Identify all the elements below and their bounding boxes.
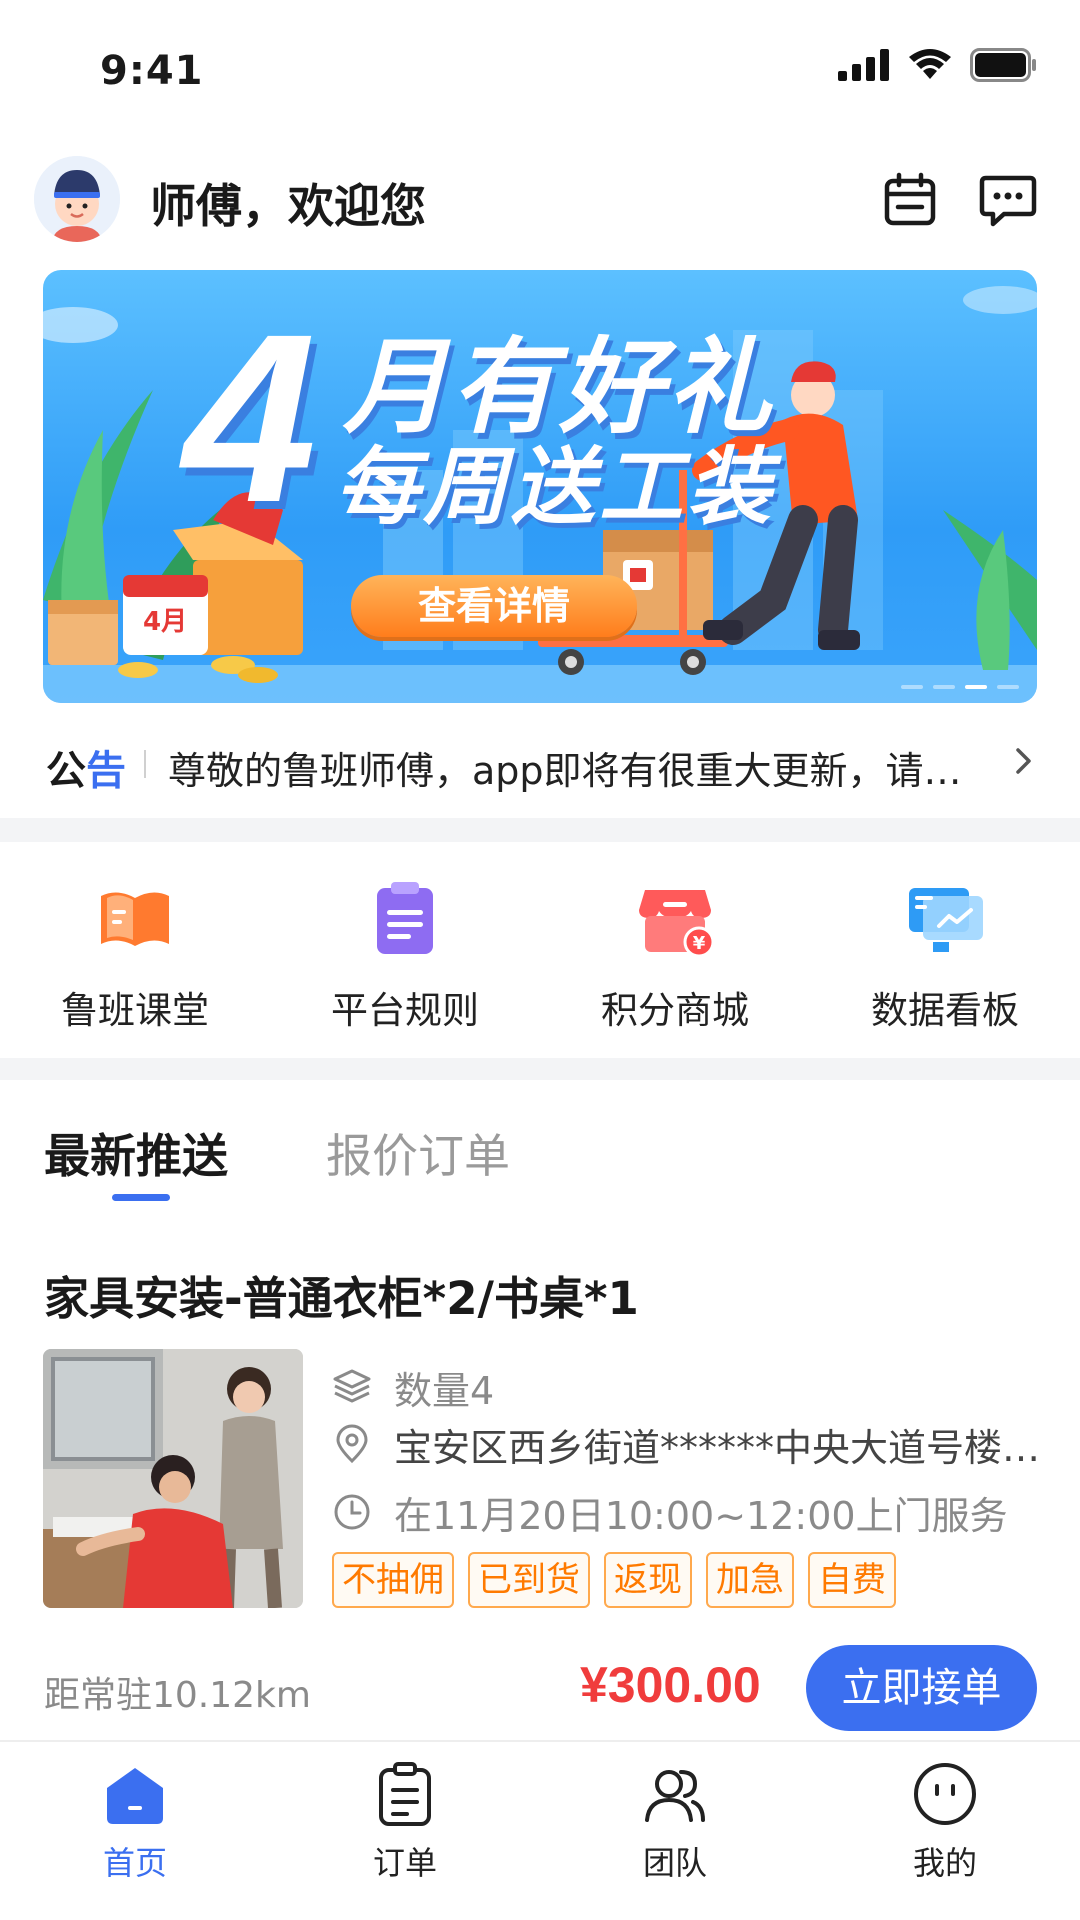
tab-active-indicator — [112, 1194, 170, 1201]
nav-profile[interactable]: 我的 — [810, 1742, 1080, 1920]
tab-quote-orders[interactable]: 报价订单 — [326, 1120, 510, 1186]
quick-entries: 鲁班课堂 平台规则 ¥ 积分商城 数据看板 — [0, 842, 1080, 1058]
banner-detail-button[interactable]: 查看详情 — [351, 575, 637, 637]
order-tag: 加急 — [706, 1552, 794, 1608]
order-address-row: 宝安区西乡街道******中央大道号楼2单元 — [332, 1416, 1052, 1472]
location-pin-icon — [336, 1424, 368, 1464]
nav-home[interactable]: 首页 — [0, 1742, 270, 1920]
section-divider — [0, 1058, 1080, 1080]
banner-dot[interactable] — [997, 685, 1019, 689]
message-icon — [979, 175, 1037, 227]
quick-entry-rules[interactable]: 平台规则 — [270, 842, 540, 1058]
quick-entry-label: 数据看板 — [871, 989, 1019, 1032]
battery-icon — [970, 48, 1036, 82]
calendar-button[interactable] — [880, 170, 940, 230]
tab-latest-push[interactable]: 最新推送 — [44, 1120, 228, 1186]
greeting: 师傅，欢迎您 — [150, 179, 426, 233]
signal-icon — [838, 49, 889, 81]
team-icon — [645, 1770, 705, 1822]
banner-dot[interactable] — [933, 685, 955, 689]
clock-icon — [334, 1494, 370, 1530]
avatar[interactable] — [34, 156, 120, 242]
notice-tag-second: 告 — [86, 748, 126, 794]
calendar-icon — [884, 172, 936, 226]
order-time-row: 在11月20日10:00~12:00上门服务 — [332, 1484, 1052, 1540]
status-time: 9:41 — [100, 48, 204, 94]
quick-entry-dashboard[interactable]: 数据看板 — [810, 842, 1080, 1058]
nav-label: 团队 — [642, 1844, 707, 1882]
installation-photo — [43, 1349, 303, 1608]
chevron-right-icon[interactable] — [1006, 744, 1040, 778]
order-tag: 自费 — [808, 1552, 896, 1608]
notice-divider — [144, 750, 146, 778]
svg-text:4月: 4月 — [143, 607, 187, 637]
quick-entry-label: 鲁班课堂 — [61, 989, 209, 1032]
order-distance: 距常驻10.12km — [44, 1675, 311, 1716]
quick-entry-classroom[interactable]: 鲁班课堂 — [0, 842, 270, 1058]
worker-avatar-icon — [34, 156, 120, 242]
wifi-icon — [909, 49, 951, 79]
svg-text:¥: ¥ — [693, 933, 706, 954]
order-tabs: 最新推送 报价订单 — [0, 1080, 1080, 1210]
banner-dot[interactable] — [901, 685, 923, 689]
order-quantity-row: 数量4 — [332, 1359, 1052, 1415]
message-button[interactable] — [978, 170, 1038, 230]
status-bar: 9:41 — [0, 0, 1080, 130]
order-title: 家具安装-普通衣柜*2/书桌*1 — [44, 1272, 639, 1325]
promo-banner[interactable]: 4月 4 月有好礼 每周送工装 查看详情 — [43, 270, 1037, 703]
home-icon — [107, 1768, 163, 1824]
order-tag: 已到货 — [468, 1552, 590, 1608]
order-tag: 返现 — [604, 1552, 692, 1608]
nav-team[interactable]: 团队 — [540, 1742, 810, 1920]
monitor-chart-icon — [909, 888, 983, 952]
header: 师傅，欢迎您 — [0, 150, 1080, 250]
bottom-nav: 首页 订单 团队 我的 — [0, 1740, 1080, 1920]
status-icons — [838, 48, 1038, 82]
notice-tag-first: 公 — [46, 748, 86, 794]
quick-entry-mall[interactable]: ¥ 积分商城 — [540, 842, 810, 1058]
profile-icon — [914, 1763, 976, 1825]
section-divider — [0, 818, 1080, 842]
nav-label: 我的 — [912, 1844, 977, 1882]
clipboard-icon — [377, 882, 433, 954]
order-price: ¥300.00 — [580, 1657, 761, 1713]
order-icon — [379, 1762, 431, 1826]
quick-entry-label: 积分商城 — [601, 989, 749, 1032]
layers-icon — [333, 1369, 371, 1403]
nav-label: 订单 — [372, 1844, 437, 1882]
banner-dot-active[interactable] — [965, 685, 987, 689]
banner-big-number: 4 — [183, 284, 317, 552]
order-address: 宝安区西乡街道******中央大道号楼2单元 — [394, 1425, 1052, 1470]
order-service-time: 在11月20日10:00~12:00上门服务 — [394, 1493, 1008, 1538]
shop-icon: ¥ — [639, 890, 715, 958]
notice-bar[interactable]: 公告 尊敬的鲁班师傅，app即将有很重大更新，请各位师傅注意查收 — [0, 730, 1080, 794]
book-icon — [101, 892, 169, 946]
quick-entry-label: 平台规则 — [331, 989, 479, 1032]
nav-orders[interactable]: 订单 — [270, 1742, 540, 1920]
notice-tag: 公告 — [46, 738, 126, 796]
order-photo — [43, 1349, 303, 1608]
banner-title-line2: 每周送工装 — [335, 438, 776, 536]
nav-label: 首页 — [102, 1844, 167, 1882]
order-quantity: 数量4 — [394, 1368, 495, 1413]
notice-text: 尊敬的鲁班师傅，app即将有很重大更新，请各位师傅注意查收 — [168, 749, 968, 793]
order-tag: 不抽佣 — [332, 1552, 454, 1608]
accept-order-button[interactable]: 立即接单 — [806, 1645, 1037, 1731]
banner-pagination — [901, 685, 1019, 689]
order-tags: 不抽佣 已到货 返现 加急 自费 — [332, 1552, 896, 1608]
